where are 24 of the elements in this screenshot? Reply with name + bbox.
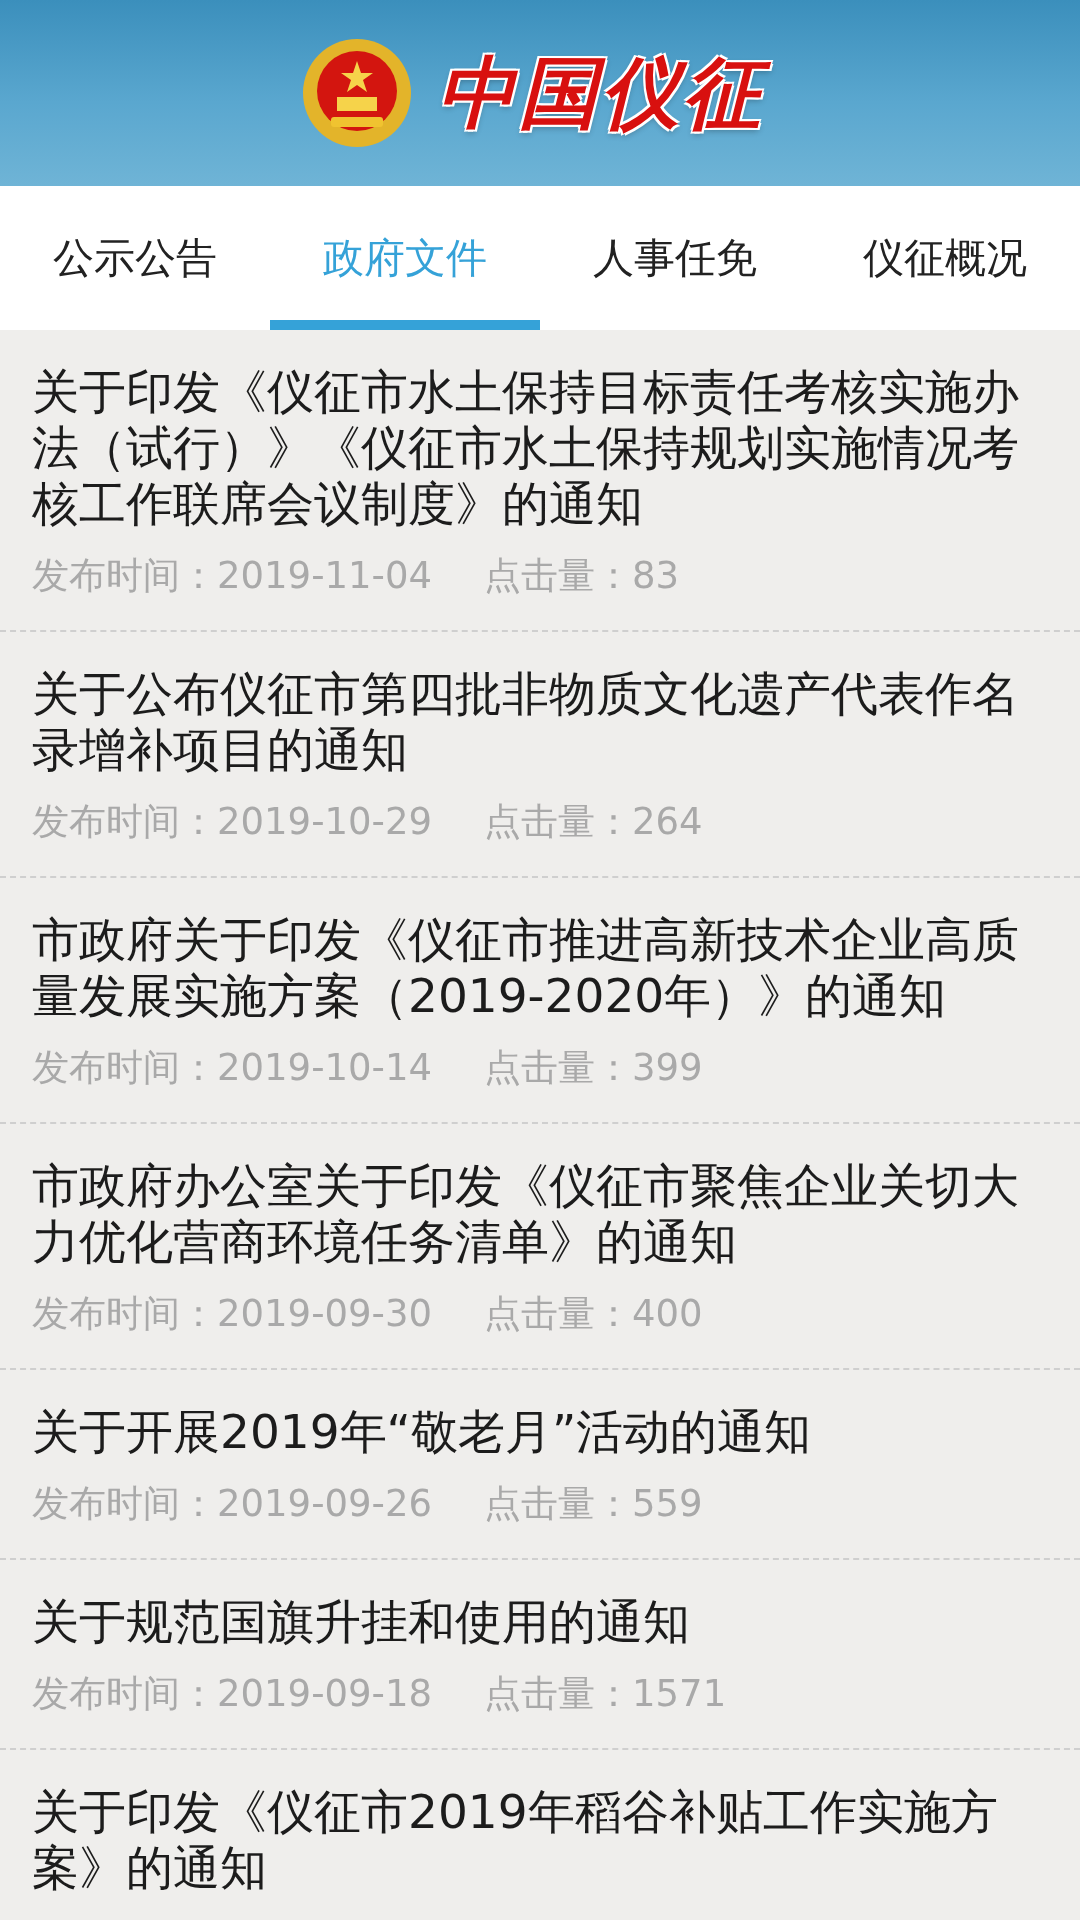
view-count: 点击量：1571 [484, 1671, 727, 1717]
publish-date: 发布时间：2019-09-30 [32, 1291, 433, 1337]
view-count: 点击量：559 [484, 1481, 703, 1527]
article-title: 关于开展2019年“敬老月”活动的通知 [32, 1404, 813, 1460]
article-title: 关于印发《仪征市2019年稻谷补贴工作实施方案》的通知 [32, 1784, 999, 1896]
publish-date: 发布时间：2019-09-26 [32, 1481, 433, 1527]
article-title: 市政府关于印发《仪征市推进高新技术企业高质量发展实施方案（2019-2020年）》的通知 [32, 912, 1020, 1024]
article-title: 关于印发《仪征市水土保持目标责任考核实施办法（试行）》《仪征市水土保持规划实施情况考核工作联席会议制度》的通知 [32, 364, 1020, 532]
publish-date: 发布时间：2019-11-04 [32, 553, 433, 599]
publish-date: 发布时间：2019-09-18 [32, 1671, 433, 1717]
article-title: 市政府办公室关于印发《仪征市聚焦企业关切大力优化营商环境任务清单》的通知 [32, 1158, 1020, 1270]
category-tab[interactable]: 公示公告 [0, 186, 270, 330]
article-title: 关于公布仪征市第四批非物质文化遗产代表作名录增补项目的通知 [32, 666, 1020, 778]
view-count: 点击量：83 [484, 553, 680, 599]
article-title: 关于规范国旗升挂和使用的通知 [32, 1594, 691, 1650]
view-count: 点击量：264 [484, 799, 703, 845]
view-count: 点击量：400 [484, 1291, 703, 1337]
emblem-icon [301, 37, 413, 149]
site-logo: 中国仪征 [431, 38, 779, 148]
view-count: 点击量：399 [484, 1045, 703, 1091]
publish-date: 发布时间：2019-10-29 [32, 799, 433, 845]
category-tab[interactable]: 人事任免 [540, 186, 810, 330]
publish-date: 发布时间：2019-10-14 [32, 1045, 433, 1091]
category-tab[interactable]: 仪征概况 [810, 186, 1080, 330]
